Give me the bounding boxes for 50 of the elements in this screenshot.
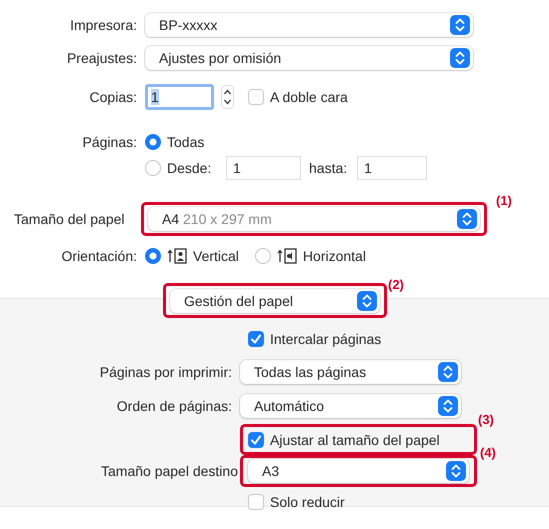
printer-label: Impresora: <box>69 17 138 33</box>
checkbox-label: A doble cara <box>270 89 348 105</box>
callout-number: (2) <box>388 277 404 292</box>
landscape-page-icon <box>276 248 297 264</box>
radio-button[interactable] <box>145 248 161 264</box>
stepper-icon <box>438 362 458 382</box>
stepper-icon <box>450 15 470 35</box>
to-page-field[interactable]: 1 <box>357 156 428 180</box>
page-order-dropdown[interactable]: Automático <box>240 394 461 418</box>
paper-size-dropdown[interactable]: A4 210 x 297 mm <box>148 207 480 231</box>
printer-dropdown[interactable]: BP-xxxxx <box>145 13 473 37</box>
from-page-field[interactable]: 1 <box>226 156 301 180</box>
callout-number: (1) <box>496 193 512 208</box>
pages-to-print-dropdown[interactable]: Todas las páginas <box>240 360 461 384</box>
destination-size-label: Tamaño papel destino <box>100 463 239 479</box>
radio-button[interactable] <box>145 134 161 150</box>
to-label: hasta: <box>309 160 348 176</box>
stepper-icon <box>446 461 466 481</box>
destination-size-dropdown[interactable]: A3 <box>248 459 469 483</box>
stepper-icon <box>450 48 470 68</box>
copies-field[interactable]: 1 <box>145 84 214 110</box>
presets-dropdown[interactable]: Ajustes por omisión <box>145 46 473 70</box>
checkbox[interactable] <box>248 494 264 510</box>
paper-size-label: Tamaño del papel <box>13 211 126 227</box>
checkbox[interactable] <box>248 432 264 448</box>
stepper-icon <box>438 396 458 416</box>
callout-number: (3) <box>478 412 494 427</box>
stepper-icon <box>357 290 377 310</box>
stepper-arrows-icon[interactable] <box>221 85 234 109</box>
radio-label: Horizontal <box>302 248 366 264</box>
checkbox-label: Intercalar páginas <box>270 331 382 347</box>
orientation-label: Orientación: <box>60 248 138 264</box>
stepper-icon <box>457 209 477 229</box>
callout-number: (4) <box>480 445 496 460</box>
radio-label: Desde: <box>167 160 212 176</box>
radio-button[interactable] <box>145 160 161 176</box>
radio-label: Todas <box>167 134 204 150</box>
copies-label: Copias: <box>88 89 138 105</box>
pages-label: Páginas: <box>82 134 138 150</box>
radio-label: Vertical <box>193 248 239 264</box>
pages-to-print-label: Páginas por imprimir: <box>98 364 233 380</box>
checkbox[interactable] <box>248 331 264 347</box>
page-order-label: Orden de páginas: <box>116 398 233 414</box>
checkbox-label: Solo reducir <box>270 494 345 510</box>
checkbox-label: Ajustar al tamaño del papel <box>270 432 440 448</box>
presets-label: Preajustes: <box>66 50 138 66</box>
portrait-page-icon <box>167 248 187 264</box>
radio-button[interactable] <box>254 248 271 264</box>
section-dropdown[interactable]: Gestión del papel <box>170 288 380 312</box>
checkbox[interactable] <box>248 89 264 105</box>
